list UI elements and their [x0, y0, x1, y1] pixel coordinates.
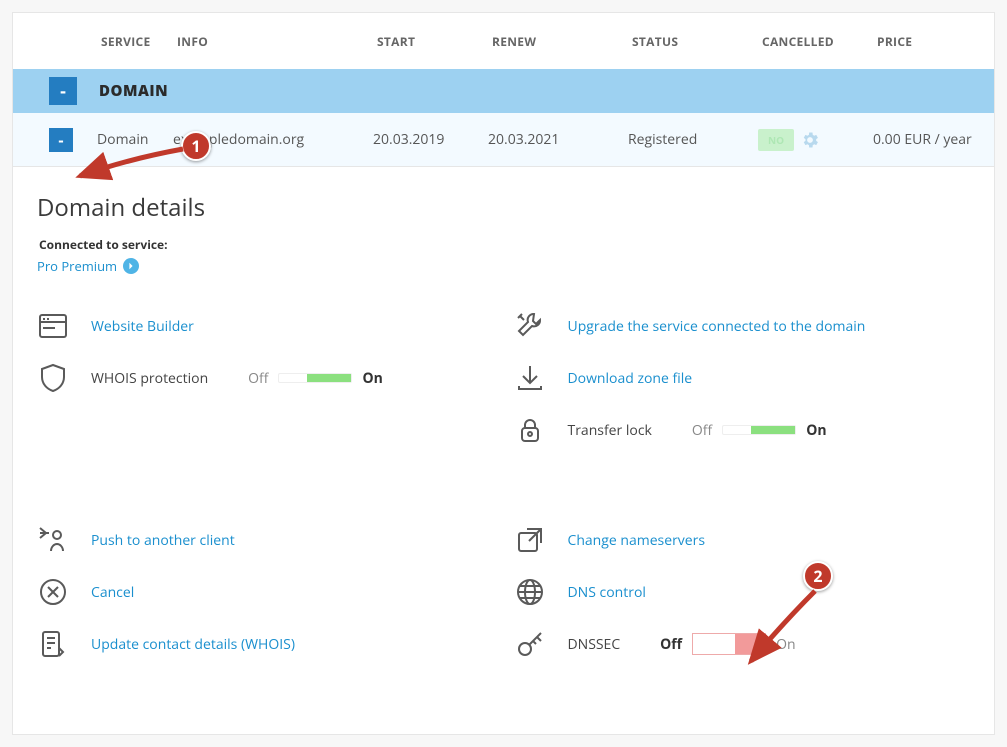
cancelled-badge: NO	[758, 129, 794, 151]
lock-icon	[514, 414, 546, 446]
upgrade-service-link[interactable]: Upgrade the service connected to the dom…	[514, 300, 971, 352]
external-icon	[514, 524, 546, 556]
cell-price: 0.00 EUR / year	[873, 130, 993, 149]
connected-service-link[interactable]: Pro Premium	[37, 257, 139, 275]
collapse-row-button[interactable]: -	[49, 128, 73, 152]
cancel-link[interactable]: Cancel	[37, 566, 494, 618]
col-info: INFO	[173, 33, 373, 50]
gear-icon[interactable]	[800, 130, 820, 150]
table-row[interactable]: - Domain exampledomain.org 20.03.2019 20…	[13, 113, 994, 167]
transfer-lock-toggle[interactable]: Off On	[692, 421, 827, 440]
push-icon	[37, 524, 69, 556]
domain-details: Domain details Connected to service: Pro…	[13, 167, 994, 670]
connected-service-name: Pro Premium	[37, 257, 117, 275]
browser-icon	[37, 310, 69, 342]
annotation-marker-1: 1	[181, 131, 211, 161]
tools-icon	[514, 310, 546, 342]
document-edit-icon	[37, 628, 69, 660]
update-whois-link[interactable]: Update contact details (WHOIS)	[37, 618, 494, 670]
col-price: PRICE	[873, 33, 993, 50]
cell-start: 20.03.2019	[373, 130, 488, 149]
download-zone-link[interactable]: Download zone file	[514, 352, 971, 404]
table-header: SERVICE INFO START RENEW STATUS CANCELLE…	[13, 13, 994, 69]
cell-cancelled: NO	[758, 129, 873, 151]
transfer-lock: Transfer lock Off On	[514, 404, 971, 456]
website-builder-link[interactable]: Website Builder	[37, 300, 494, 352]
globe-icon	[514, 576, 546, 608]
whois-protection: WHOIS protection Off On	[37, 352, 494, 404]
dnssec: DNSSEC Off On	[514, 618, 971, 670]
cell-service: Domain	[97, 130, 173, 149]
cell-status: Registered	[628, 130, 758, 149]
dns-control-link[interactable]: DNS control	[514, 566, 971, 618]
shield-icon	[37, 362, 69, 394]
dnssec-toggle[interactable]: Off On	[660, 633, 795, 655]
details-title: Domain details	[37, 191, 970, 224]
col-start: START	[373, 33, 488, 50]
annotation-marker-2: 2	[803, 561, 833, 591]
col-renew: RENEW	[488, 33, 628, 50]
chevron-right-icon	[123, 258, 139, 274]
download-icon	[514, 362, 546, 394]
group-label: DOMAIN	[99, 81, 168, 101]
change-nameservers-link[interactable]: Change nameservers	[514, 514, 971, 566]
col-service: SERVICE	[13, 33, 173, 50]
close-circle-icon	[37, 576, 69, 608]
whois-toggle[interactable]: Off On	[248, 369, 383, 388]
collapse-group-button[interactable]: -	[49, 77, 77, 105]
key-icon	[514, 628, 546, 660]
group-row-domain[interactable]: - DOMAIN	[13, 69, 994, 113]
col-cancelled: CANCELLED	[758, 33, 873, 50]
cell-renew: 20.03.2021	[488, 130, 628, 149]
connected-label: Connected to service:	[39, 236, 970, 253]
push-client-link[interactable]: Push to another client	[37, 514, 494, 566]
col-status: STATUS	[628, 33, 758, 50]
